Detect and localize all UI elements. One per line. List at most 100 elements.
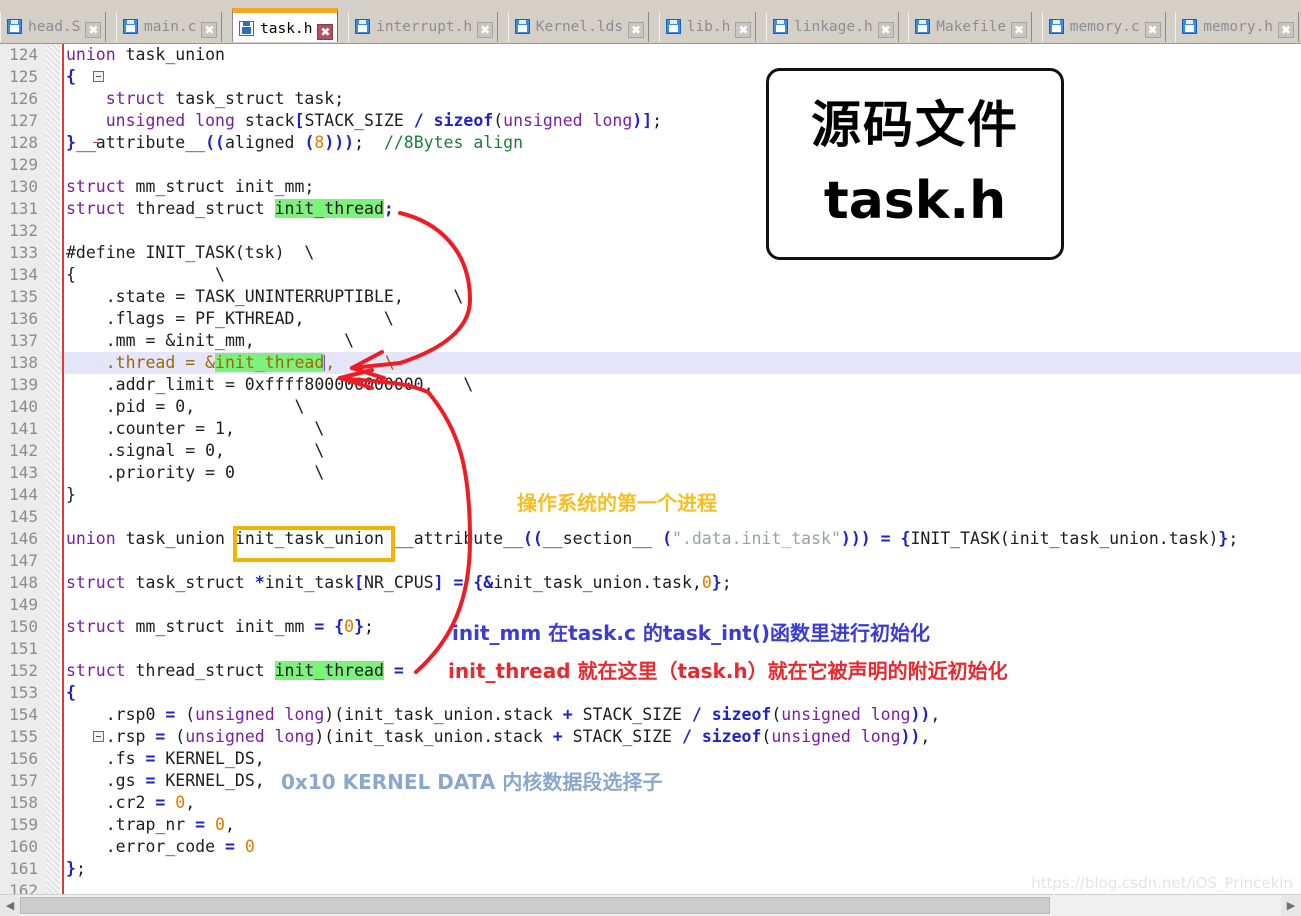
line-number: 142 <box>9 441 38 460</box>
editor-tab-bar[interactable]: head.S ✖ main.c ✖ task.h ✖ interrupt.h ✖ Ker… <box>0 0 1301 44</box>
watermark: https://blog.csdn.net/iOS_Princekin <box>1031 874 1293 892</box>
code-line: struct mm_struct init_mm; <box>66 177 315 196</box>
code-line: .priority = 0 \ <box>66 463 325 482</box>
floppy-disk-icon <box>665 19 681 34</box>
tab-label: head.S <box>28 19 81 35</box>
floppy-disk-icon <box>1182 19 1198 34</box>
code-line: .signal = 0, \ <box>66 441 325 460</box>
code-line: struct thread_struct init_thread; <box>66 199 394 218</box>
code-line: } <box>66 485 76 504</box>
tab-makefile[interactable]: Makefile ✖ <box>908 12 1033 42</box>
tab-label: lib.h <box>686 19 731 35</box>
highlight-box-init-task-union <box>233 526 395 562</box>
floppy-disk-icon <box>773 19 789 34</box>
tab-main-c[interactable]: main.c ✖ <box>116 12 223 42</box>
tab-lib-h[interactable]: lib.h ✖ <box>658 12 757 42</box>
line-number: 153 <box>9 683 38 702</box>
tab-close-icon[interactable]: ✖ <box>477 22 494 38</box>
scroll-left-arrow-icon[interactable]: ◀ <box>0 895 20 916</box>
print-margin-line <box>62 44 64 894</box>
code-folding-column[interactable] <box>46 44 104 894</box>
code-line: .addr_limit = 0xffff800000000000, \ <box>66 375 474 394</box>
line-number: 151 <box>9 639 38 658</box>
tab-head-s[interactable]: head.S ✖ <box>0 12 107 42</box>
line-number: 138 <box>9 353 38 372</box>
tab-label: task.h <box>260 21 313 37</box>
tab-close-icon[interactable]: ✖ <box>877 22 894 38</box>
tab-close-icon[interactable]: ✖ <box>628 22 645 38</box>
line-number: 160 <box>9 837 38 856</box>
search-match-highlight: init_thread <box>215 353 325 372</box>
line-number: 154 <box>9 705 38 724</box>
line-number: 145 <box>9 507 38 526</box>
floppy-disk-icon <box>7 19 22 34</box>
line-number: 159 <box>9 815 38 834</box>
tab-task-h[interactable]: task.h ✖ <box>232 8 339 42</box>
line-number: 136 <box>9 309 38 328</box>
line-number-gutter: 124 125 126 127 128 129 130 131 132 133 … <box>0 44 46 894</box>
tab-label: memory.c <box>1069 19 1140 35</box>
tab-memory-h[interactable]: memory.h ✖ <box>1175 12 1300 42</box>
line-number: 143 <box>9 463 38 482</box>
horizontal-scrollbar[interactable]: ◀ ▶ <box>0 894 1301 916</box>
tab-linkage-h[interactable]: linkage.h ✖ <box>766 12 899 42</box>
tab-memory-c[interactable]: memory.c ✖ <box>1041 12 1166 42</box>
line-number: 152 <box>9 661 38 680</box>
line-number: 141 <box>9 419 38 438</box>
line-number: 155 <box>9 727 38 746</box>
tab-kernel-lds[interactable]: Kernel.lds ✖ <box>507 12 650 42</box>
code-line: .fs = KERNEL_DS, <box>66 749 265 768</box>
code-line: .mm = &init_mm, \ <box>66 331 355 350</box>
tab-close-icon[interactable]: ✖ <box>1278 22 1295 38</box>
floppy-disk-icon <box>355 19 371 34</box>
line-number: 162 <box>9 881 38 894</box>
annotation-first-process: 操作系统的第一个进程 <box>517 491 717 515</box>
tab-close-icon[interactable]: ✖ <box>1144 22 1161 38</box>
ide-window: head.S ✖ main.c ✖ task.h ✖ interrupt.h ✖ Ker… <box>0 0 1301 916</box>
line-number: 156 <box>9 749 38 768</box>
code-line: .trap_nr = 0, <box>66 815 235 834</box>
tab-label: main.c <box>144 19 197 35</box>
annotation-init-mm: init_mm 在task.c 的task_int()函数里进行初始化 <box>452 621 931 645</box>
annotation-init-thread: init_thread 就在这里（task.h）就在它被声明的附近初始化 <box>448 659 1008 683</box>
callout-line-2: task.h <box>823 171 1007 231</box>
callout-box-source-file: 源码文件 task.h <box>766 68 1064 260</box>
line-number: 126 <box>9 89 38 108</box>
code-line: struct task_struct task; <box>105 89 345 108</box>
code-line: .rsp0 = (unsigned long)(init_task_union.… <box>66 705 941 724</box>
code-line: }; <box>66 859 86 878</box>
tab-close-icon[interactable]: ✖ <box>85 22 102 38</box>
floppy-disk-icon <box>915 19 931 34</box>
tab-close-icon[interactable]: ✖ <box>735 22 752 38</box>
code-line: unsigned long stack[STACK_SIZE / sizeof(… <box>105 111 663 130</box>
tab-label: memory.h <box>1203 19 1274 35</box>
code-line: struct task_struct *init_task[NR_CPUS] =… <box>66 573 732 592</box>
line-number: 137 <box>9 331 38 350</box>
floppy-disk-icon <box>123 19 139 34</box>
tab-interrupt-h[interactable]: interrupt.h ✖ <box>348 12 499 42</box>
code-line: union task_union <box>66 45 225 64</box>
line-number: 140 <box>9 397 38 416</box>
code-text-area[interactable]: union task_union { struct task_struct ta… <box>66 44 1301 894</box>
code-line: .rsp = (unsigned long)(init_task_union.s… <box>66 727 931 746</box>
line-number: 158 <box>9 793 38 812</box>
scroll-right-arrow-icon[interactable]: ▶ <box>1281 895 1301 916</box>
code-line: { <box>66 67 76 86</box>
code-line: .state = TASK_UNINTERRUPTIBLE, \ <box>66 287 464 306</box>
code-line: .flags = PF_KTHREAD, \ <box>66 309 394 328</box>
floppy-disk-icon <box>514 19 530 34</box>
code-line: .cr2 = 0, <box>66 793 196 812</box>
line-number: 149 <box>9 595 38 614</box>
tab-label: interrupt.h <box>376 19 473 35</box>
tab-close-icon[interactable]: ✖ <box>201 22 218 38</box>
tab-close-icon[interactable]: ✖ <box>317 24 334 40</box>
line-number: 133 <box>9 243 38 262</box>
tab-close-icon[interactable]: ✖ <box>1011 22 1028 38</box>
line-number: 150 <box>9 617 38 636</box>
code-line: #define INIT_TASK(tsk) \ <box>66 243 315 262</box>
annotation-kernel-ds: 0x10 KERNEL DATA 内核数据段选择子 <box>281 770 663 794</box>
search-match-highlight: init_thread <box>274 199 384 218</box>
code-line: .counter = 1, \ <box>66 419 325 438</box>
line-number: 157 <box>9 771 38 790</box>
scrollbar-thumb[interactable] <box>20 897 1050 914</box>
